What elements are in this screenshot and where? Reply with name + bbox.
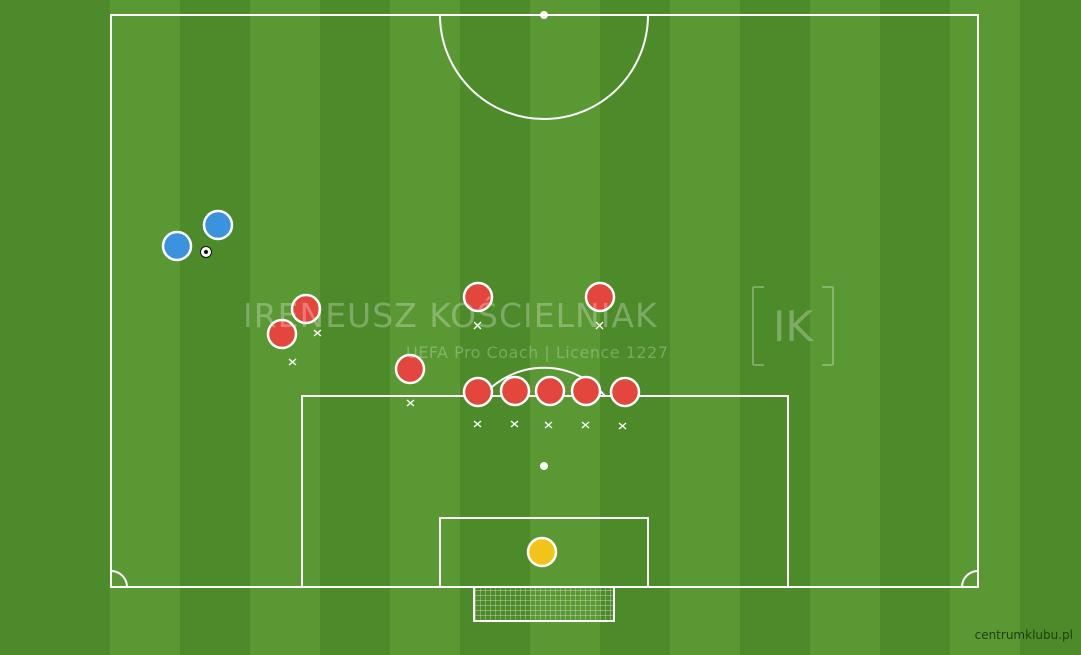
watermark-name: IRENEUSZ KOŚCIELNIAK — [243, 296, 658, 335]
watermark-logo: IK — [752, 286, 834, 366]
penalty-spot — [540, 462, 548, 470]
goalkeeper-player[interactable] — [526, 536, 558, 568]
goal — [473, 586, 615, 622]
soccer-ball-icon[interactable] — [200, 246, 212, 258]
defender-player[interactable] — [534, 375, 566, 407]
watermark-logo-text: IK — [773, 302, 814, 351]
defender-player[interactable] — [499, 375, 531, 407]
defender-player[interactable] — [609, 376, 641, 408]
credit-text: centrumklubu.pl — [974, 628, 1073, 642]
center-spot — [540, 11, 548, 19]
attacker-player[interactable] — [202, 209, 234, 241]
watermark-subtitle: UEFA Pro Coach | Licence 1227 — [406, 343, 669, 362]
defender-player[interactable] — [462, 376, 494, 408]
attacker-player[interactable] — [161, 230, 193, 262]
tactics-board: IRENEUSZ KOŚCIELNIAK UEFA Pro Coach | Li… — [0, 0, 1081, 655]
defender-player[interactable] — [570, 375, 602, 407]
